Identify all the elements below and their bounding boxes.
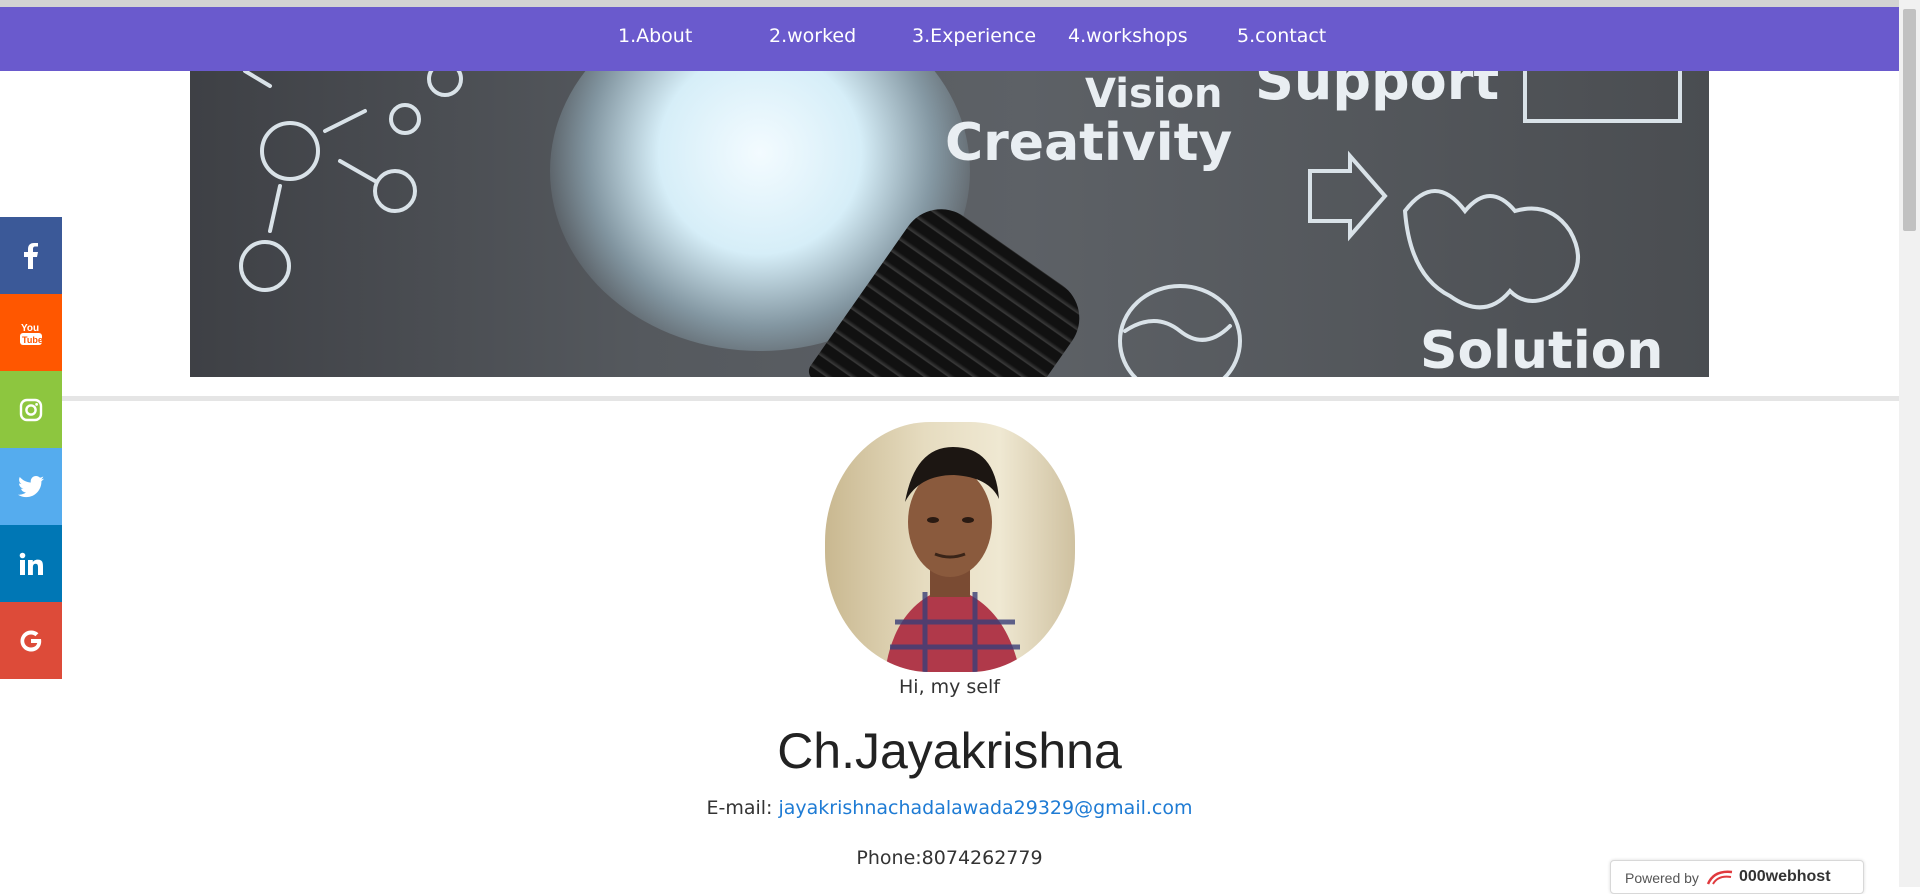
- powered-by-label: Powered by: [1625, 870, 1699, 886]
- svg-text:Tube: Tube: [22, 335, 43, 345]
- greeting-text: Hi, my self: [899, 676, 1000, 698]
- profile-name: Ch.Jayakrishna: [777, 723, 1122, 779]
- linkedin-button[interactable]: [0, 525, 62, 602]
- section-divider: [62, 396, 1899, 401]
- youtube-icon: You Tube: [20, 323, 43, 345]
- profile-photo: [825, 422, 1075, 672]
- top-navbar: 1.About 2.worked 3.Experience 4.workshop…: [0, 7, 1899, 71]
- youtube-button[interactable]: You Tube: [0, 294, 62, 371]
- nav-item-worked[interactable]: 2.worked: [769, 7, 856, 71]
- instagram-icon: [19, 398, 43, 421]
- webhost-brand: 000webhost: [1738, 868, 1831, 885]
- social-sidebar: You Tube: [0, 217, 62, 679]
- facebook-icon: [24, 242, 38, 269]
- powered-by-badge[interactable]: Powered by 000webhost: [1610, 860, 1864, 894]
- banner-word-solution: Solution: [1420, 321, 1664, 377]
- webhost-logo-icon: [1706, 870, 1733, 885]
- nav-item-contact[interactable]: 5.contact: [1237, 7, 1326, 71]
- banner-word-vision: Vision: [1085, 71, 1223, 117]
- hero-banner-image: Vision Creativity Support Solution: [190, 71, 1709, 377]
- google-icon: [20, 630, 42, 651]
- nav-item-experience[interactable]: 3.Experience: [912, 7, 1036, 71]
- email-link[interactable]: jayakrishnachadalawada29329@gmail.com: [779, 797, 1193, 819]
- browser-top-strip: [0, 0, 1920, 7]
- google-button[interactable]: [0, 602, 62, 679]
- facebook-button[interactable]: [0, 217, 62, 294]
- nav-item-workshops[interactable]: 4.workshops: [1068, 7, 1188, 71]
- twitter-button[interactable]: [0, 448, 62, 525]
- email-line: E-mail: jayakrishnachadalawada29329@gmai…: [0, 797, 1899, 819]
- nav-item-about[interactable]: 1.About: [618, 7, 692, 71]
- twitter-icon: [18, 475, 44, 497]
- linkedin-icon: [19, 552, 43, 575]
- svg-text:You: You: [21, 323, 39, 334]
- instagram-button[interactable]: [0, 371, 62, 448]
- scrollbar-thumb[interactable]: [1903, 9, 1916, 231]
- banner-word-support: Support: [1255, 71, 1500, 112]
- email-label: E-mail:: [706, 797, 779, 819]
- page-scrollbar[interactable]: [1899, 0, 1920, 887]
- profile-person-illustration: [885, 447, 1020, 672]
- banner-word-creativity: Creativity: [945, 113, 1233, 173]
